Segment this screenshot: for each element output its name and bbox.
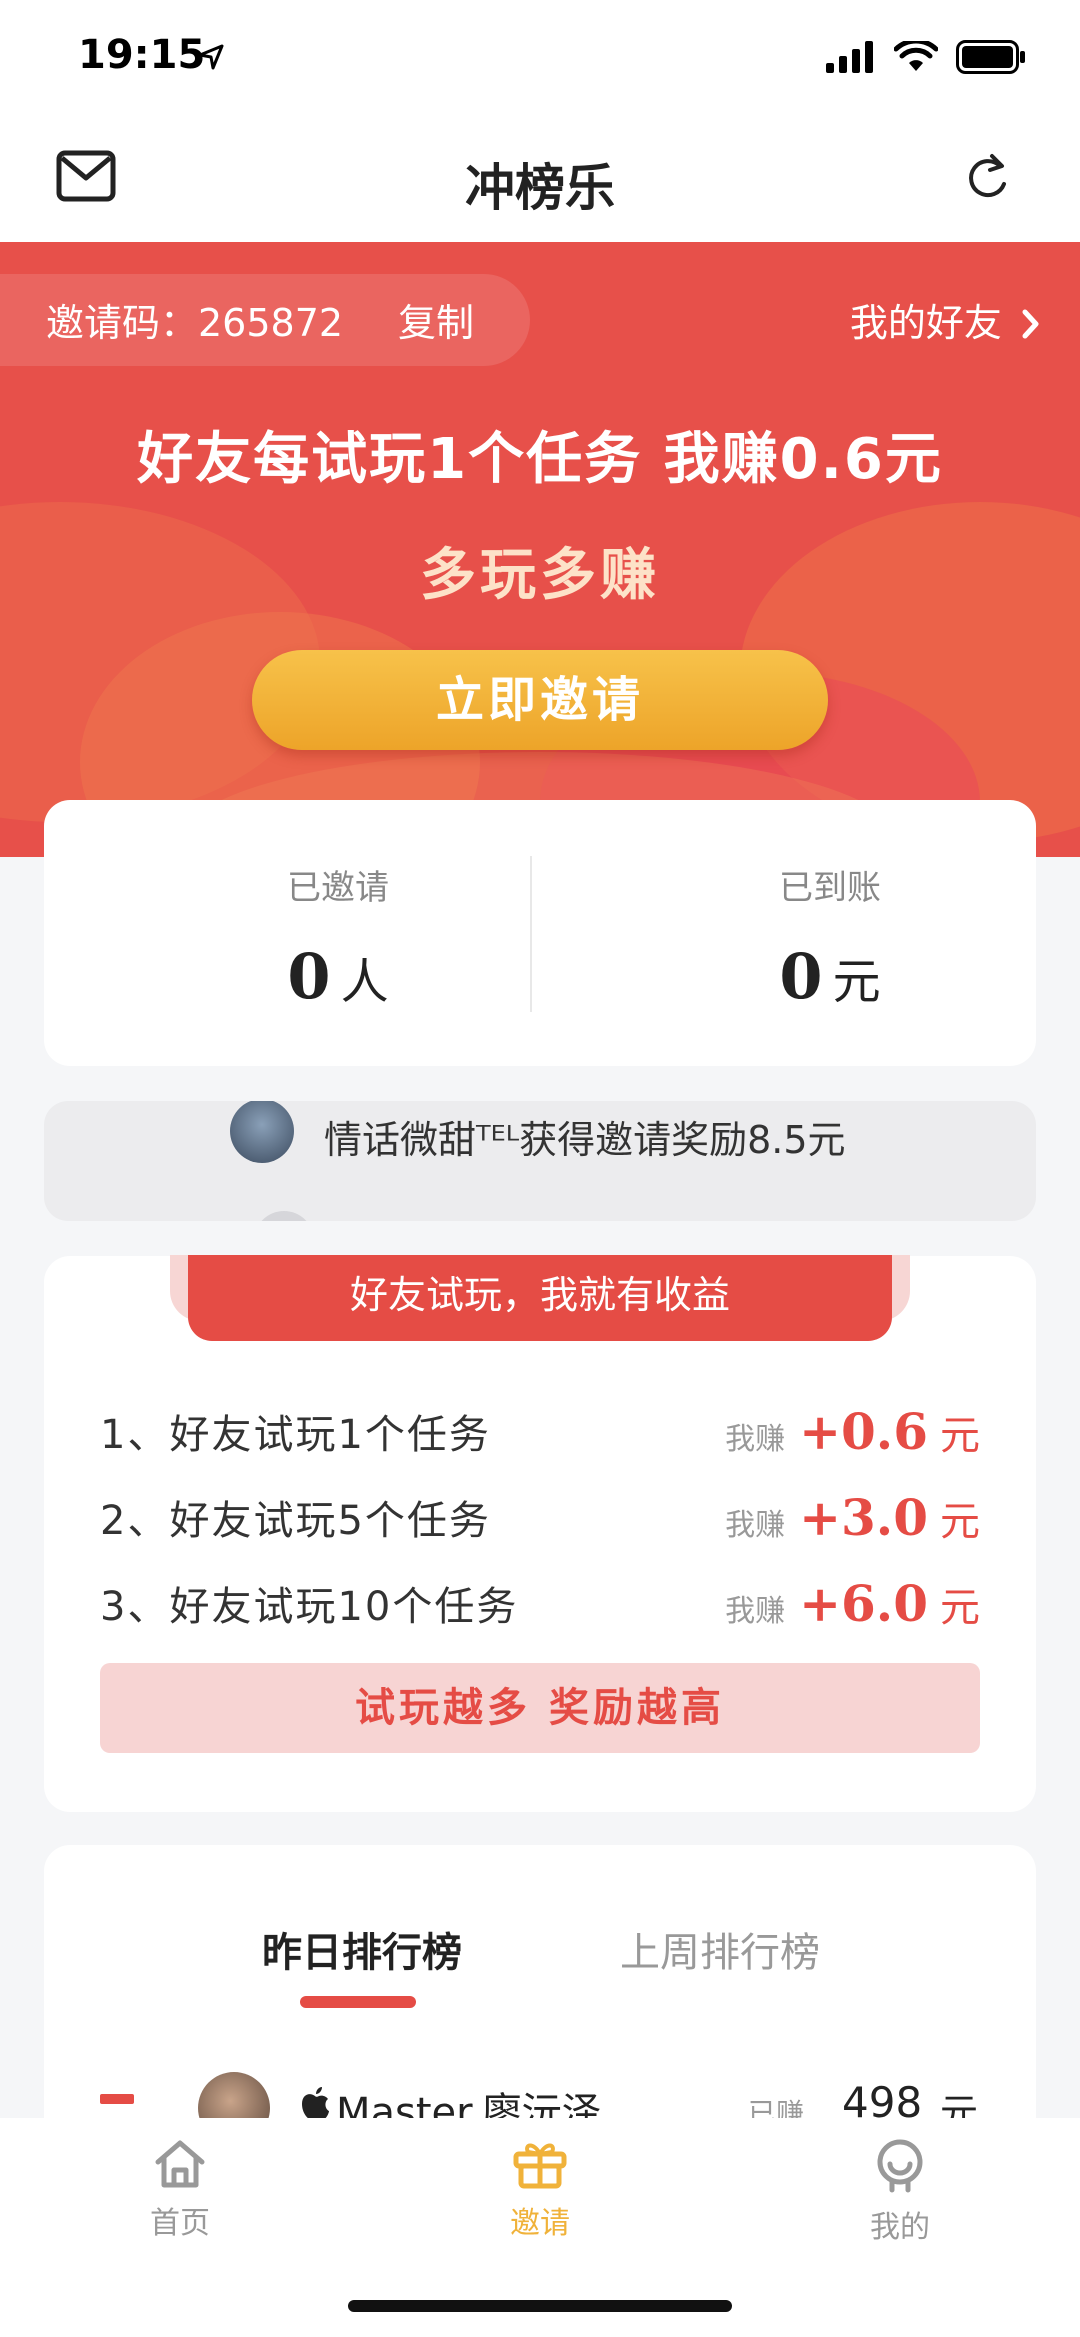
home-icon: [155, 2140, 205, 2188]
page-title: 冲榜乐: [465, 159, 615, 217]
tab-home-label: 首页: [150, 2206, 210, 2241]
credited-value: 0元: [630, 940, 1030, 1013]
reward-row: 1、好友试玩1个任务 我赚 +0.6 元: [100, 1402, 980, 1472]
credited-label: 已到账: [779, 868, 881, 908]
tab-mine-label: 我的: [870, 2210, 930, 2245]
reward-desc: 1、好友试玩1个任务: [100, 1412, 491, 1458]
avatar: [230, 1101, 294, 1163]
tab-last-week-ranking[interactable]: 上周排行榜: [620, 1920, 820, 1978]
reward-row: 2、好友试玩5个任务 我赚 +3.0 元: [100, 1488, 980, 1558]
earn-unit: 元: [940, 1413, 980, 1459]
tab-yesterday-ranking[interactable]: 昨日排行榜: [262, 1920, 462, 1978]
invited-value: 0人: [138, 940, 538, 1013]
my-friends-link[interactable]: 我的好友: [850, 292, 1042, 347]
location-arrow-icon: [198, 44, 224, 70]
tab-mine[interactable]: 我的: [810, 2138, 990, 2246]
invite-code: 邀请码：265872: [46, 301, 344, 345]
status-time: 19:15: [78, 32, 206, 78]
home-indicator: [348, 2300, 732, 2312]
stats-divider: [530, 856, 532, 1012]
battery-icon: [956, 40, 1025, 74]
chevron-right-icon: [1022, 309, 1039, 339]
ticker-message: 情话微甜ᵀᴱᴸ获得邀请奖励8.5元: [324, 1118, 846, 1162]
invited-label: 已邀请: [287, 868, 389, 908]
avatar: [254, 1211, 314, 1221]
tab-home[interactable]: 首页: [90, 2138, 270, 2242]
apple-icon: [302, 2087, 329, 2120]
reward-desc: 2、好友试玩5个任务: [100, 1498, 491, 1544]
earn-label: 我赚: [725, 1508, 786, 1543]
earn-label: 我赚: [725, 1422, 786, 1457]
rank-medal-icon: [100, 2094, 134, 2118]
cellular-signal-icon: [826, 41, 873, 73]
earn-amount: +6.0: [799, 1574, 928, 1633]
invite-now-button[interactable]: 立即邀请: [252, 650, 828, 750]
my-friends-label: 我的好友: [849, 301, 1002, 345]
reward-row: 3、好友试玩10个任务 我赚 +6.0 元: [100, 1574, 980, 1644]
earn-unit: 元: [940, 1585, 980, 1631]
active-tab-indicator: [300, 1996, 416, 2008]
more-rewards-banner: 试玩越多 奖励越高: [100, 1663, 980, 1753]
credited-unit: 元: [832, 954, 881, 1010]
invite-reward-ticker: 情话微甜ᵀᴱᴸ获得邀请奖励8.5元: [44, 1101, 1036, 1221]
invited-count: 0: [287, 940, 331, 1013]
earn-amount: +3.0: [799, 1488, 928, 1547]
navigation-bar: 冲榜乐: [0, 120, 1080, 242]
reward-title: 好友试玩，我就有收益: [188, 1255, 892, 1341]
reward-headline: 好友每试玩1个任务 我赚0.6元: [137, 427, 943, 492]
refresh-icon[interactable]: [964, 152, 1010, 202]
reward-subline: 多玩多赚: [420, 543, 660, 608]
status-bar: 19:15: [0, 0, 1080, 120]
credited-amount: 0: [779, 940, 823, 1013]
wifi-icon: [894, 41, 938, 71]
earn-amount: +0.6: [799, 1402, 928, 1461]
invite-stats-card: 已邀请 0人 已到账 0元: [44, 800, 1036, 1066]
invited-unit: 人: [340, 954, 389, 1010]
invite-banner: 邀请码：265872 复制 我的好友 好友每试玩1个任务 我赚0.6元 多玩多赚…: [0, 242, 1080, 857]
gift-icon: [513, 2143, 567, 2189]
earn-label: 我赚: [725, 1594, 786, 1629]
earn-unit: 元: [940, 1499, 980, 1545]
tab-invite[interactable]: 邀请: [450, 2138, 630, 2242]
copy-button[interactable]: 复制: [398, 292, 474, 347]
profile-icon: [877, 2139, 923, 2193]
tab-invite-label: 邀请: [510, 2206, 570, 2241]
reward-desc: 3、好友试玩10个任务: [100, 1584, 519, 1630]
